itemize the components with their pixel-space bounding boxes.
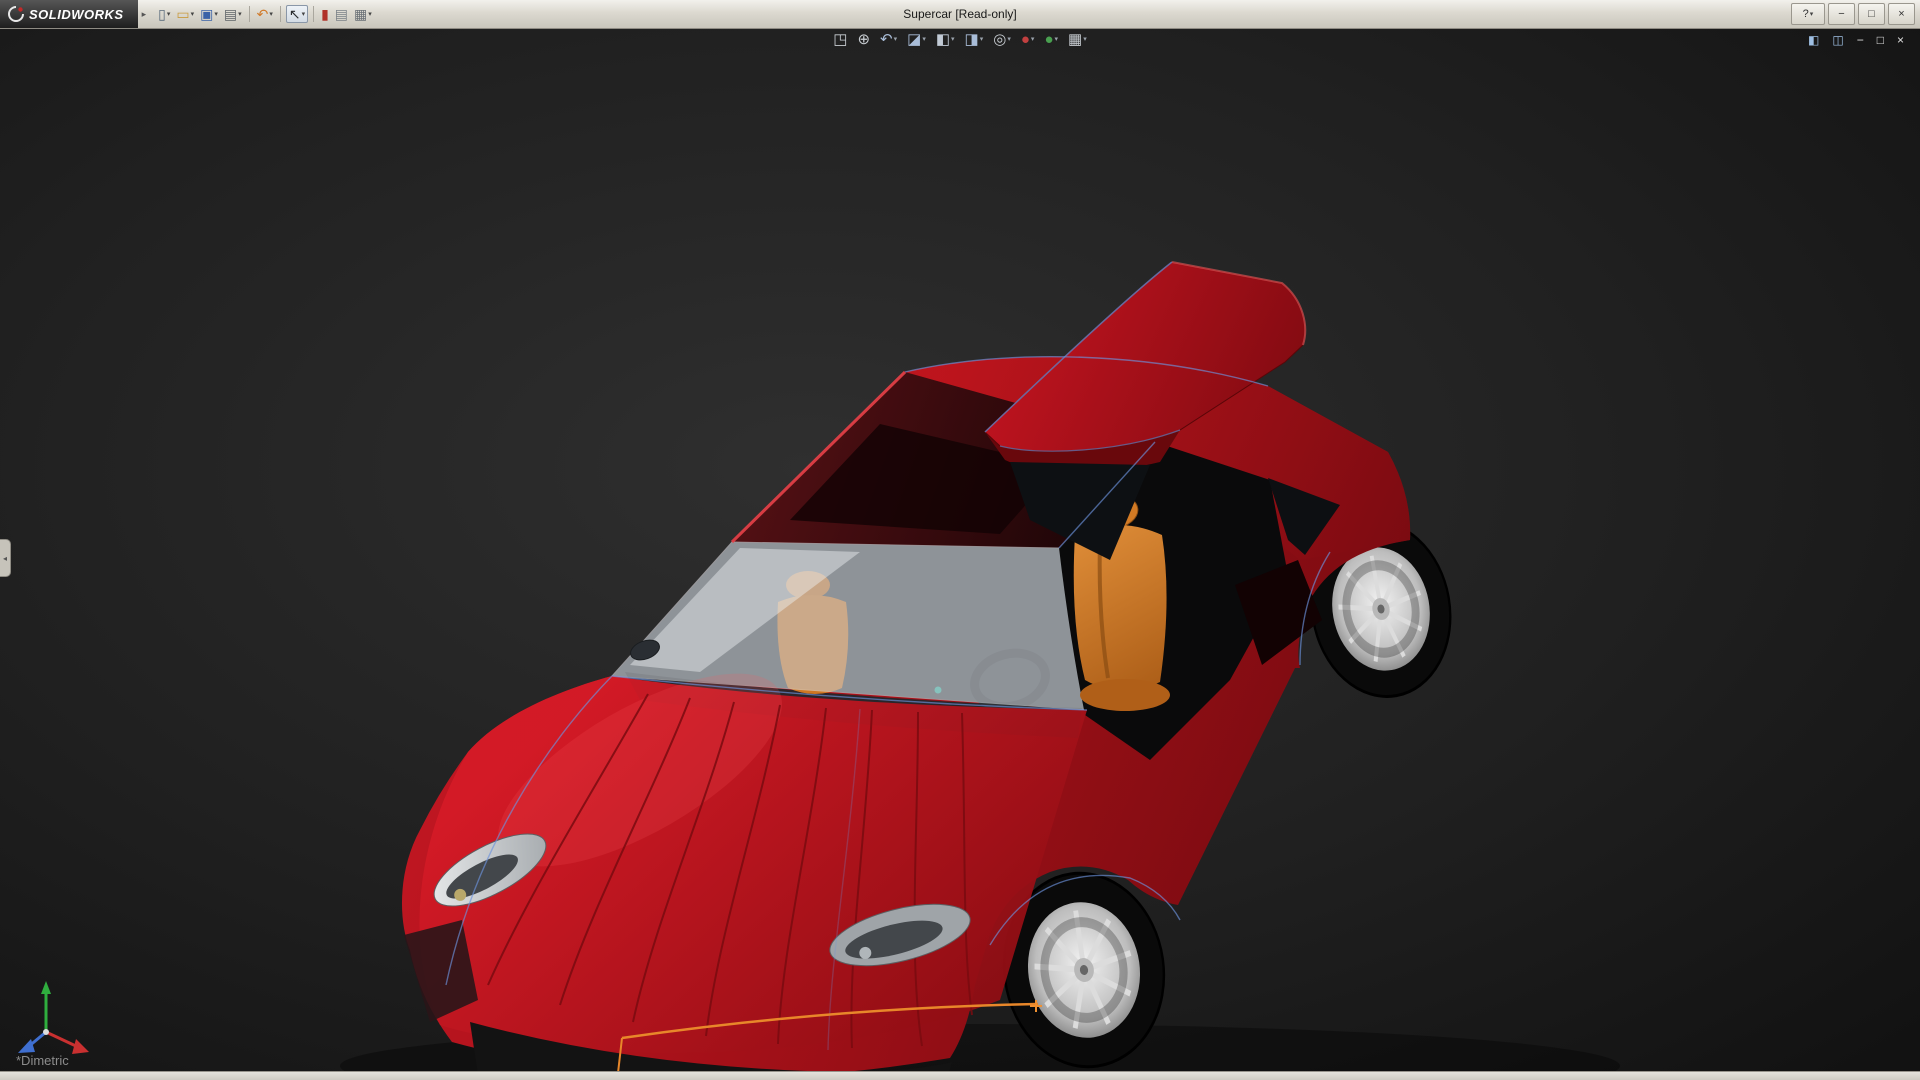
apply-scene-dropdown[interactable]: ▾ — [1055, 36, 1059, 43]
save-button[interactable]: ▣ ▾ — [198, 6, 220, 22]
minimize-button[interactable]: − — [1828, 3, 1855, 25]
new-document-dropdown[interactable]: ▾ — [167, 11, 171, 18]
zoom-to-area-icon: ⊕ — [857, 31, 871, 48]
pane-left-button[interactable]: ◧ — [1806, 33, 1821, 47]
doc-close-button[interactable]: × — [1895, 33, 1906, 47]
headsup-view-toolbar: ◳ ⊕ ↶ ▾ ◪ ▾ ◧ ▾ ◨ ▾ ◎ ▾ ● ▾ ● ▾ ▦ ▾ — [831, 31, 1088, 48]
hide-show-items-dropdown[interactable]: ▾ — [1007, 36, 1011, 43]
help-button[interactable]: ? ▾ — [1791, 3, 1825, 25]
toolbar-expander-icon[interactable]: ▸ — [138, 9, 151, 20]
options-icon: ▦ — [354, 6, 368, 22]
previous-view-button[interactable]: ↶ ▾ — [878, 31, 899, 48]
solidworks-logo: SOLIDWORKS — [0, 0, 138, 28]
close-button[interactable]: × — [1888, 3, 1915, 25]
view-settings-dropdown[interactable]: ▾ — [1083, 36, 1087, 43]
pane-left-icon: ◧ — [1808, 33, 1820, 47]
undo-button[interactable]: ↶ ▾ — [255, 6, 275, 22]
toolbar-separator — [313, 6, 315, 22]
print-button[interactable]: ▤ ▾ — [222, 6, 244, 22]
rebuild-button[interactable]: ▮ — [319, 6, 331, 22]
save-dropdown[interactable]: ▾ — [214, 11, 218, 18]
section-view-icon: ◪ — [907, 31, 922, 48]
main-toolbar: ▯ ▾ ▭ ▾ ▣ ▾ ▤ ▾ ↶ ▾ ↖ ▾ ▮ ▤ ▦ ▾ — [150, 5, 374, 23]
new-document-button[interactable]: ▯ ▾ — [156, 6, 172, 22]
view-orientation-button[interactable]: ◧ ▾ — [934, 31, 957, 48]
feature-panel-collapse-tab[interactable]: ◂ — [0, 539, 11, 577]
undo-icon: ↶ — [256, 6, 269, 22]
display-style-button[interactable]: ◨ ▾ — [963, 31, 986, 48]
undo-dropdown[interactable]: ▾ — [269, 11, 273, 18]
graphics-viewport[interactable]: ◳ ⊕ ↶ ▾ ◪ ▾ ◧ ▾ ◨ ▾ ◎ ▾ ● ▾ ● ▾ ▦ ▾ ◧ ◫ − □ × ◂ *Dimetric — [0, 28, 1920, 1072]
restore-button[interactable]: □ — [1858, 3, 1885, 25]
display-style-dropdown[interactable]: ▾ — [980, 36, 984, 43]
hide-show-items-icon: ◎ — [993, 31, 1007, 48]
edit-appearance-icon: ● — [1020, 31, 1030, 48]
pane-split-button[interactable]: ◫ — [1830, 33, 1845, 47]
doc-restore-button[interactable]: □ — [1875, 33, 1886, 47]
status-bar — [0, 1071, 1920, 1080]
model-3d-view — [0, 28, 1920, 1072]
display-style-icon: ◨ — [964, 31, 979, 48]
file-properties-icon: ▤ — [334, 6, 349, 22]
open-document-button[interactable]: ▭ ▾ — [174, 6, 196, 22]
select-button[interactable]: ↖ ▾ — [285, 5, 309, 23]
edit-appearance-button[interactable]: ● ▾ — [1019, 31, 1037, 48]
solidworks-logo-text: SOLIDWORKS — [29, 6, 124, 22]
apply-scene-icon: ● — [1044, 31, 1054, 48]
document-window-controls: ◧ ◫ − □ × — [1806, 33, 1906, 47]
section-view-button[interactable]: ◪ ▾ — [905, 31, 928, 48]
zoom-to-area-button[interactable]: ⊕ — [855, 31, 872, 48]
print-dropdown[interactable]: ▾ — [238, 11, 242, 18]
doc-restore-icon: □ — [1876, 33, 1884, 47]
minimize-icon: − — [1838, 7, 1845, 20]
view-orientation-dropdown[interactable]: ▾ — [951, 36, 955, 43]
view-settings-icon: ▦ — [1068, 31, 1083, 48]
file-properties-button[interactable]: ▤ — [333, 6, 350, 22]
app-titlebar: SOLIDWORKS ▸ ▯ ▾ ▭ ▾ ▣ ▾ ▤ ▾ ↶ ▾ ↖ ▾ ▮ ▤ ▦ ▾ Supercar [… — [0, 0, 1920, 29]
previous-view-icon: ↶ — [880, 31, 893, 48]
save-icon: ▣ — [200, 6, 214, 22]
section-view-dropdown[interactable]: ▾ — [922, 36, 926, 43]
titlebar-controls: ? ▾ − □ × — [1791, 0, 1915, 28]
select-dropdown[interactable]: ▾ — [302, 11, 306, 18]
pane-split-icon: ◫ — [1832, 33, 1844, 47]
previous-view-dropdown[interactable]: ▾ — [894, 36, 898, 43]
doc-minimize-button[interactable]: − — [1855, 33, 1866, 47]
apply-scene-button[interactable]: ● ▾ — [1042, 31, 1060, 48]
restore-icon: □ — [1868, 7, 1875, 20]
print-icon: ▤ — [223, 6, 238, 22]
window-buttons: − □ × — [1828, 3, 1915, 25]
select-icon: ↖ — [288, 6, 301, 22]
solidworks-logo-icon — [8, 6, 24, 22]
view-orientation-icon: ◧ — [935, 31, 951, 48]
open-document-icon: ▭ — [176, 6, 190, 22]
toolbar-separator — [248, 6, 250, 22]
close-icon: × — [1898, 7, 1905, 20]
help-dropdown[interactable]: ▾ — [1810, 11, 1814, 18]
toolbar-separator — [279, 6, 281, 22]
open-document-dropdown[interactable]: ▾ — [191, 11, 195, 18]
help-icon: ? — [1802, 7, 1809, 20]
view-settings-button[interactable]: ▦ ▾ — [1066, 31, 1089, 48]
doc-close-icon: × — [1896, 33, 1904, 47]
zoom-to-fit-icon: ◳ — [833, 31, 848, 48]
doc-minimize-icon: − — [1856, 33, 1864, 47]
zoom-to-fit-button[interactable]: ◳ — [831, 31, 849, 48]
new-document-icon: ▯ — [158, 6, 166, 22]
options-button[interactable]: ▦ ▾ — [352, 6, 374, 22]
rebuild-icon: ▮ — [321, 6, 329, 22]
view-orientation-label: *Dimetric — [16, 1053, 69, 1068]
edit-appearance-dropdown[interactable]: ▾ — [1031, 36, 1035, 43]
hide-show-items-button[interactable]: ◎ ▾ — [991, 31, 1013, 48]
options-dropdown[interactable]: ▾ — [368, 11, 372, 18]
